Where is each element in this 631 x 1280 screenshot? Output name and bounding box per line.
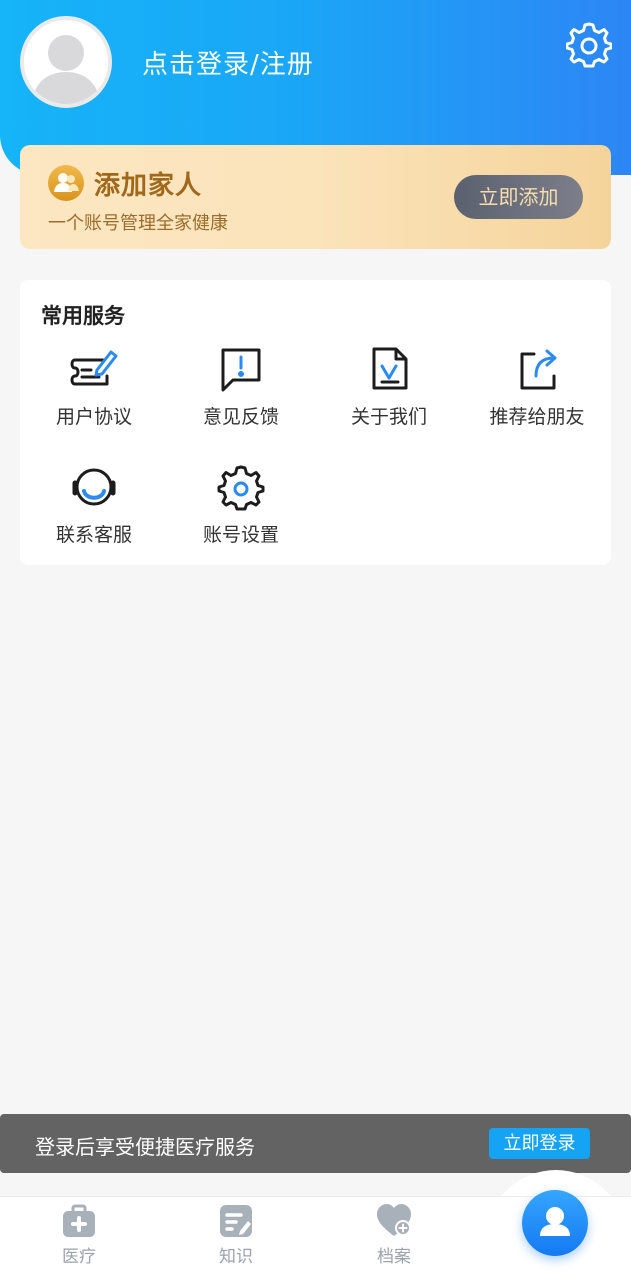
heart-record-icon (377, 1204, 411, 1236)
tab-medical[interactable]: 医疗 (29, 1203, 129, 1267)
medical-kit-icon (63, 1204, 95, 1237)
service-contact-support[interactable]: 联系客服 (20, 464, 168, 547)
tab-label: 医疗 (62, 1247, 96, 1267)
tab-knowledge[interactable]: 知识 (186, 1203, 286, 1267)
common-services-card: 常用服务 用户协议 意见反馈 关于我们 推荐给朋友 联系客服 账号设置 (20, 280, 611, 565)
about-icon (372, 347, 408, 390)
gear-icon[interactable] (565, 22, 613, 68)
profile-icon (540, 1207, 570, 1236)
service-label: 推荐给朋友 (489, 406, 585, 428)
share-icon (520, 349, 557, 390)
login-prompt-text: 登录后享受便捷医疗服务 (35, 1135, 255, 1159)
services-title: 常用服务 (41, 304, 125, 328)
knowledge-icon (220, 1205, 252, 1237)
service-about-us[interactable]: 关于我们 (315, 346, 463, 429)
feedback-icon (221, 348, 261, 392)
family-icon (48, 165, 84, 201)
service-user-agreement[interactable]: 用户协议 (20, 346, 168, 429)
add-family-button[interactable]: 立即添加 (454, 175, 583, 219)
service-label: 意见反馈 (202, 406, 279, 428)
login-prompt-banner: 登录后享受便捷医疗服务 立即登录 (0, 1114, 631, 1173)
service-label: 联系客服 (55, 524, 132, 546)
service-label: 关于我们 (350, 406, 427, 428)
service-label: 账号设置 (202, 524, 279, 546)
login-register-link[interactable]: 点击登录/注册 (142, 44, 314, 81)
login-now-button[interactable]: 立即登录 (489, 1128, 590, 1159)
service-account-settings[interactable]: 账号设置 (167, 464, 315, 547)
add-family-subtitle: 一个账号管理全家健康 (48, 213, 228, 234)
headset-icon (72, 468, 116, 506)
tab-profile[interactable] (522, 1190, 588, 1256)
service-label: 用户协议 (55, 406, 132, 428)
service-feedback[interactable]: 意见反馈 (167, 346, 315, 429)
tab-records[interactable]: 档案 (344, 1203, 444, 1267)
tab-label: 档案 (377, 1247, 411, 1267)
service-recommend[interactable]: 推荐给朋友 (463, 346, 611, 429)
user-avatar-icon[interactable] (20, 16, 112, 108)
add-family-title: 添加家人 (94, 171, 203, 201)
gear-icon (217, 465, 265, 511)
agreement-icon (70, 350, 118, 386)
add-family-card[interactable]: 添加家人 一个账号管理全家健康 立即添加 (20, 145, 611, 249)
tab-label: 知识 (219, 1247, 253, 1267)
